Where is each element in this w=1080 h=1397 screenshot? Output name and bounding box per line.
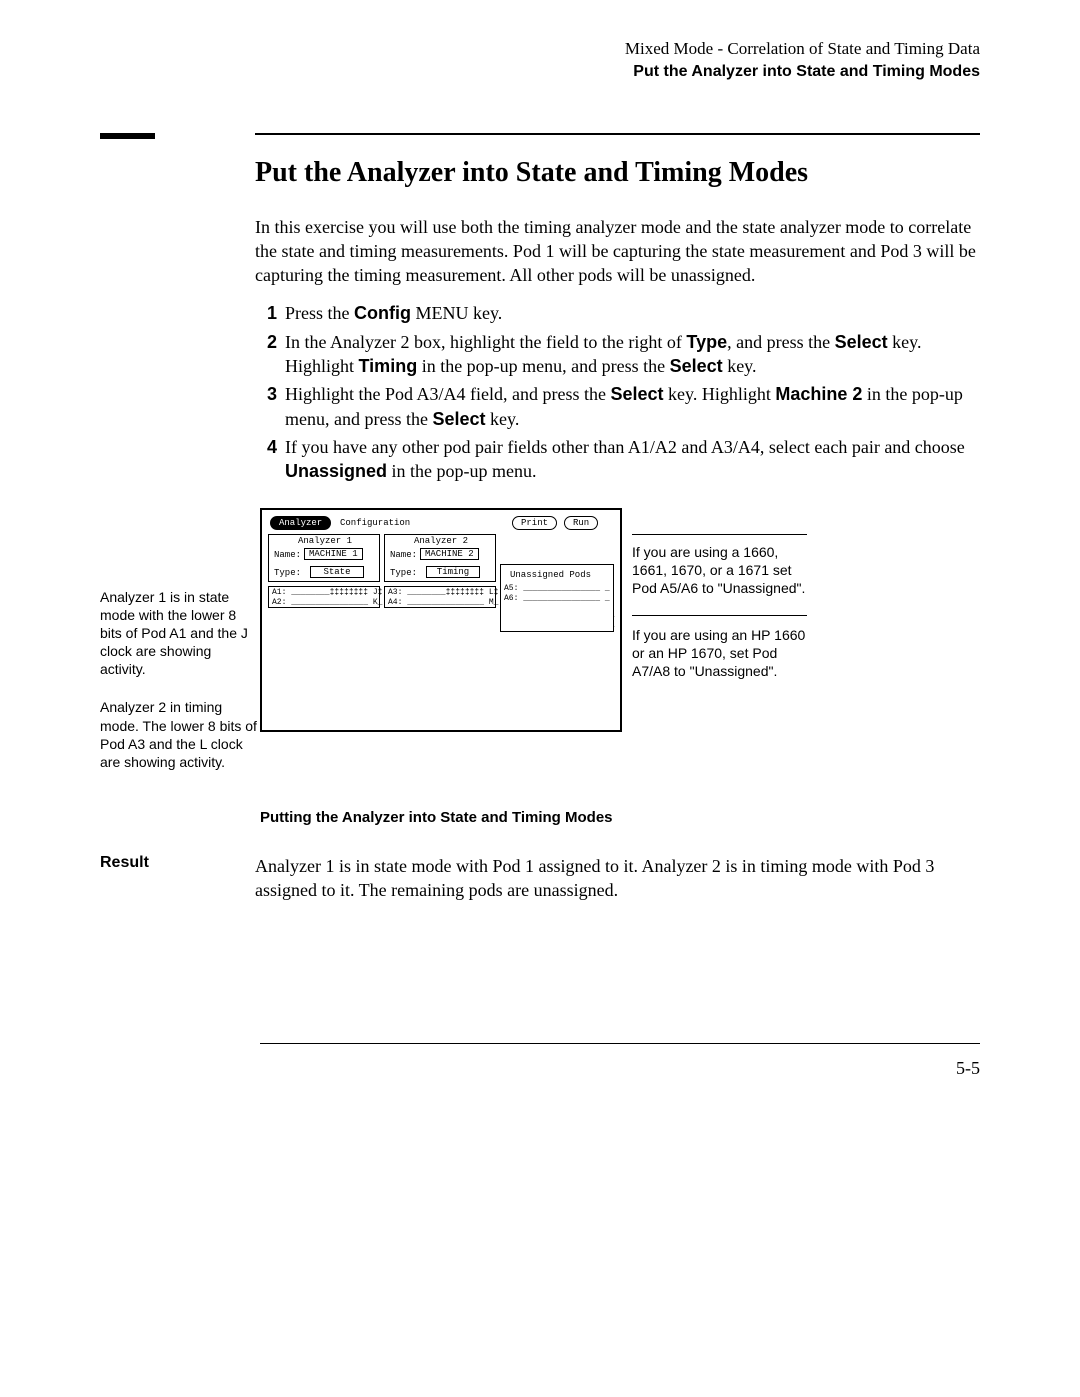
page-header: Mixed Mode - Correlation of State and Ti… [0,0,1080,83]
run-button: Run [564,516,598,530]
pod-a4: A4: ________________ M_ [388,598,498,607]
step-number: 4 [255,435,277,484]
result-row: Result Analyzer 1 is in state mode with … [100,854,980,903]
result-text: Analyzer 1 is in state mode with Pod 1 a… [255,854,980,903]
pod-a3: A3: ________‡‡‡‡‡‡‡‡ L‡ [388,588,498,597]
analyzer2-title: Analyzer 2 [414,536,468,546]
step-1: 1 Press the Config MENU key. [255,301,980,325]
right-note-2: If you are using an HP 1660 or an HP 167… [632,626,807,681]
pod-a5: A5: ________________ _ [504,584,610,593]
result-label: Result [100,854,255,903]
step-2: 2 In the Analyzer 2 box, highlight the f… [255,330,980,379]
name-label-2: Name: [390,550,417,560]
step-text: Highlight the Pod A3/A4 field, and press… [285,382,980,431]
footer-rule [260,1043,980,1044]
step-list: 1 Press the Config MENU key. 2 In the An… [255,301,980,483]
unassigned-label: Unassigned Pods [510,570,591,580]
type-label-1: Type: [274,568,301,578]
pod-a2: A2: ________________ K_ [272,598,382,607]
step-3: 3 Highlight the Pod A3/A4 field, and pre… [255,382,980,431]
machine2-field: MACHINE 2 [420,548,479,560]
pod-a1: A1: ________‡‡‡‡‡‡‡‡ J‡ [272,588,382,597]
figure-caption: Putting the Analyzer into State and Timi… [260,809,980,826]
analyzer-pill: Analyzer [270,516,331,530]
left-annotations: Analyzer 1 is in state mode with the low… [100,508,260,792]
right-note-1: If you are using a 1660, 1661, 1670, or … [632,543,807,598]
type-label-2: Type: [390,568,417,578]
step-text: In the Analyzer 2 box, highlight the fie… [285,330,980,379]
pod-a6: A6: ________________ _ [504,594,610,603]
page-number: 5-5 [0,1058,980,1079]
right-annotations: If you are using a 1660, 1661, 1670, or … [632,508,807,681]
figure-zone: Analyzer 1 is in state mode with the low… [100,508,980,792]
pod-a7a8-box [500,606,614,632]
left-note-2: Analyzer 2 in timing mode. The lower 8 b… [100,698,260,771]
analyzer-screenshot: Analyzer Configuration Print Run Analyze… [260,508,622,732]
step-4: 4 If you have any other pod pair fields … [255,435,980,484]
machine1-field: MACHINE 1 [304,548,363,560]
print-button: Print [512,516,557,530]
timing-field: Timing [426,566,480,578]
separator [632,534,807,535]
header-section: Put the Analyzer into State and Timing M… [0,61,980,83]
step-number: 1 [255,301,277,325]
step-number: 2 [255,330,277,379]
rule-main [255,133,980,135]
step-number: 3 [255,382,277,431]
config-label: Configuration [340,518,410,528]
left-note-1: Analyzer 1 is in state mode with the low… [100,588,260,679]
rule-accent [100,133,155,139]
page-title: Put the Analyzer into State and Timing M… [255,157,980,189]
state-field: State [310,566,364,578]
intro-paragraph: In this exercise you will use both the t… [255,215,980,288]
header-chapter: Mixed Mode - Correlation of State and Ti… [0,38,980,61]
step-text: Press the Config MENU key. [285,301,980,325]
separator [632,615,807,616]
analyzer1-title: Analyzer 1 [298,536,352,546]
step-text: If you have any other pod pair fields ot… [285,435,980,484]
name-label-1: Name: [274,550,301,560]
